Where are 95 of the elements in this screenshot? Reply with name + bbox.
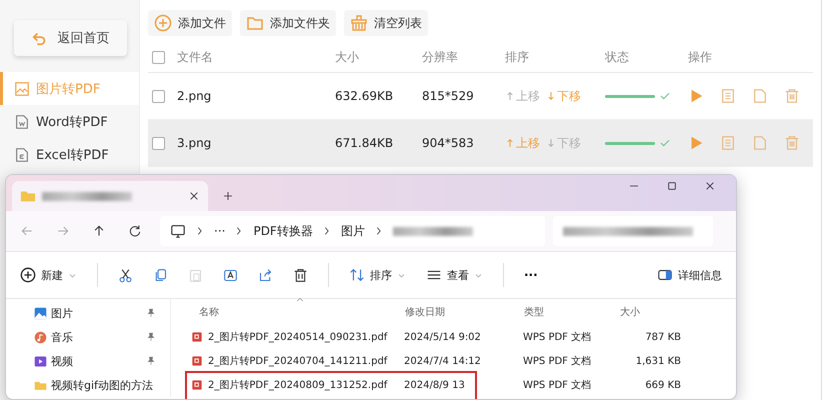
maximize-icon[interactable]: [666, 180, 678, 192]
pdf-file-icon: [191, 331, 203, 343]
column-header[interactable]: 大小: [620, 305, 682, 319]
file-icon[interactable]: [752, 135, 768, 151]
back-arrow-icon[interactable]: [20, 224, 34, 238]
monitor-icon: [170, 223, 186, 239]
nav-item[interactable]: 视频: [6, 349, 166, 373]
column-header: 排序: [505, 48, 530, 66]
row-checkbox[interactable]: [152, 136, 165, 150]
nav-item[interactable]: 音乐: [6, 325, 166, 349]
details-button[interactable]: 详细信息: [657, 267, 722, 283]
breadcrumb-item[interactable]: ···: [214, 224, 226, 238]
column-header: 文件名: [177, 48, 214, 66]
plus-circle-icon: [20, 267, 36, 283]
table-row[interactable]: 3.png 671.84KB 904*583 上移 下移: [148, 120, 813, 167]
breadcrumb-item[interactable]: 图片: [340, 222, 365, 240]
up-arrow-icon: [505, 90, 515, 102]
back-home-button[interactable]: 返回首页: [14, 20, 127, 56]
file-name: 2_图片转PDF_20240514_090231.pdf: [208, 330, 388, 344]
plus-icon[interactable]: [222, 190, 234, 202]
column-header: 大小: [335, 48, 360, 66]
copy-icon[interactable]: [153, 268, 168, 282]
column-header: 状态: [605, 48, 630, 66]
toolbar-menu-button[interactable]: 排序: [349, 267, 406, 283]
file-row[interactable]: 2_图片转PDF_20240809_131252.pdf 2024/8/9 13 WPS PDF 文档 669 KB: [185, 373, 736, 397]
plus-circle-icon: [154, 14, 172, 32]
toolbar-button[interactable]: 添加文件: [148, 10, 232, 36]
close-icon[interactable]: [704, 180, 716, 192]
refresh-icon[interactable]: [128, 224, 142, 238]
image-icon: [14, 80, 30, 96]
file-size: 787 KB: [644, 332, 681, 342]
scissors-icon[interactable]: [118, 268, 133, 282]
down-arrow-icon: [546, 137, 556, 149]
up-arrow-icon[interactable]: [92, 224, 106, 238]
file-name: 2.png: [177, 89, 212, 103]
file-name: 2_图片转PDF_20240704_141211.pdf: [208, 354, 388, 368]
down-arrow-icon: [546, 90, 556, 102]
picture-icon: [34, 306, 47, 320]
toolbar-menu-button[interactable]: 新建: [20, 267, 77, 283]
document-icon[interactable]: [720, 88, 736, 104]
pin-icon: [146, 332, 156, 342]
select-all-checkbox[interactable]: [152, 50, 165, 64]
column-header[interactable]: 名称: [185, 305, 405, 319]
share-icon[interactable]: [258, 268, 273, 282]
breadcrumb-item[interactable]: PDF转换器: [253, 222, 313, 240]
document-icon[interactable]: [720, 135, 736, 151]
modified-date: 2024/8/9 13: [404, 380, 466, 390]
file-type: WPS PDF 文档: [523, 354, 592, 368]
trash-icon[interactable]: [293, 268, 308, 282]
row-checkbox[interactable]: [152, 90, 165, 102]
file-row[interactable]: 2_图片转PDF_20240514_090231.pdf 2024/5/14 9:02 WPS PDF 文档 787 KB: [185, 325, 736, 349]
file-size: 632.69KB: [335, 89, 394, 103]
up-arrow-icon: [505, 137, 515, 149]
nav-item[interactable]: 视频转gif动图的方法: [6, 373, 166, 397]
sidebar-item[interactable]: Word转PDF: [0, 105, 139, 138]
file-icon[interactable]: [752, 88, 768, 104]
details-pane-icon: [657, 267, 673, 283]
sort-arrows-icon: [349, 267, 365, 283]
close-icon[interactable]: [188, 190, 200, 202]
column-header[interactable]: 修改日期: [405, 305, 524, 319]
pdf-file-icon: [191, 379, 203, 391]
pin-icon: [146, 356, 156, 366]
file-size: 671.84KB: [335, 136, 394, 150]
resolution: 815*529: [422, 89, 475, 103]
toolbar-button[interactable]: 添加文件夹: [240, 10, 336, 36]
file-size: 669 KB: [644, 380, 681, 390]
word-document-icon: [14, 114, 30, 130]
modified-date: 2024/7/4 14:12: [404, 356, 482, 366]
basket-icon: [350, 14, 368, 32]
return-arrow-icon: [32, 30, 48, 46]
sidebar-item[interactable]: Excel转PDF: [0, 138, 139, 171]
column-header: 分辨率: [422, 48, 459, 66]
more-button[interactable]: ···: [524, 268, 538, 282]
column-header: 操作: [688, 48, 713, 66]
modified-date: 2024/5/14 9:02: [404, 332, 482, 342]
spreadsheet-document-icon: [14, 146, 30, 162]
search-field[interactable]: [553, 216, 713, 246]
nav-item[interactable]: 图片: [6, 301, 166, 325]
file-name: 3.png: [177, 136, 212, 150]
resolution: 904*583: [422, 136, 475, 150]
toolbar-menu-button[interactable]: 查看: [426, 267, 483, 283]
file-name: 2_图片转PDF_20240809_131252.pdf: [208, 378, 388, 392]
address-bar[interactable]: ··· PDF转换器 图片: [160, 216, 545, 246]
file-type: WPS PDF 文档: [523, 330, 592, 344]
file-row[interactable]: 2_图片转PDF_20240704_141211.pdf 2024/7/4 14:12 WPS PDF 文档 1,631 KB: [185, 349, 736, 373]
pin-icon: [146, 308, 156, 318]
music-icon: [34, 330, 47, 344]
forward-arrow-icon[interactable]: [56, 224, 70, 238]
column-header[interactable]: 类型: [524, 305, 620, 319]
file-type: WPS PDF 文档: [523, 378, 592, 392]
pdf-file-icon: [191, 355, 203, 367]
file-size: 1,631 KB: [634, 356, 681, 366]
rename-icon[interactable]: [223, 268, 238, 282]
video-icon: [34, 354, 47, 368]
toolbar-button[interactable]: 清空列表: [344, 10, 428, 36]
